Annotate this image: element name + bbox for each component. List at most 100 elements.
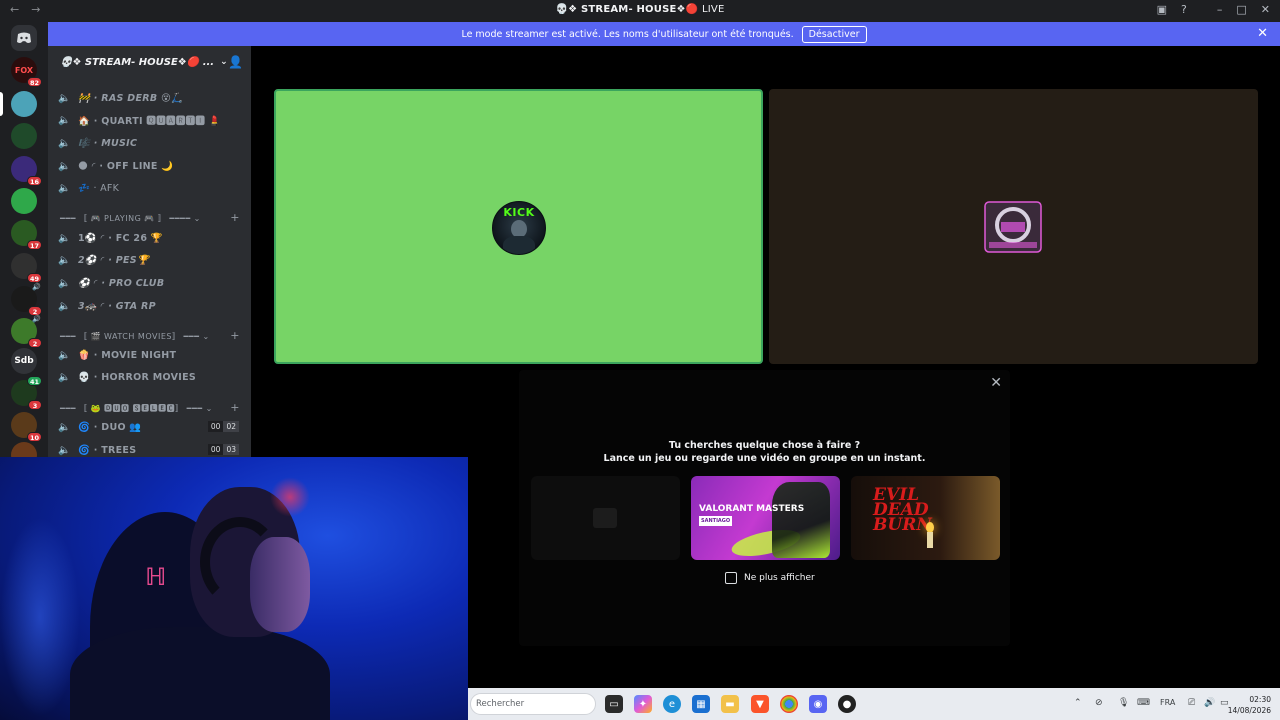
discord-home-icon[interactable]: [11, 25, 37, 51]
volume-icon[interactable]: 🔊: [1204, 698, 1215, 708]
category-playing[interactable]: ━━━ 〚 🎮 PLAYING 🎮 〛 ━━━━ ⌄ +: [60, 210, 240, 226]
activity-card-valorant[interactable]: VALORANT MASTERS SANTIAGO: [691, 476, 840, 560]
server-icon-city[interactable]: 49: [11, 253, 42, 283]
edge-icon[interactable]: e: [663, 695, 681, 713]
server-badge: 82: [26, 77, 42, 87]
voice-channel[interactable]: 🔈 🎼 · MUSIC: [58, 133, 243, 153]
voice-channel[interactable]: 🔈 🍿 · MOVIE NIGHT: [58, 345, 243, 365]
copilot-icon[interactable]: ✦: [634, 695, 652, 713]
voice-channel[interactable]: 🔈 🌀 · TREES 00 03: [58, 440, 243, 458]
activity-card-evil-dead[interactable]: EVIL DEAD BURN: [851, 476, 1000, 560]
guild-header[interactable]: 💀❖ STREAM- HOUSE❖🔴 ... ⌄ 👤: [48, 46, 251, 78]
speaker-icon: 🔈: [58, 277, 71, 289]
add-channel-icon[interactable]: +: [230, 211, 240, 224]
network-off-icon[interactable]: ⊘: [1095, 698, 1103, 708]
voice-channel[interactable]: 🔈 3🚓 ◜ · GTA RP: [58, 296, 243, 316]
server-icon-avatar[interactable]: [11, 91, 37, 117]
window-title-live: LIVE: [702, 4, 725, 15]
task-view-icon[interactable]: ▭: [605, 695, 623, 713]
chair-logo: ℍ: [145, 563, 167, 591]
avatar-body: [503, 236, 535, 254]
mic-icon[interactable]: 🎙: [1118, 698, 1129, 708]
activity-suggestion-panel: ✕ Tu cherches quelque chose à faire ? La…: [519, 370, 1010, 646]
voice-tile[interactable]: [769, 89, 1258, 364]
server-icon-dark[interactable]: 🔊 2: [11, 283, 42, 316]
clock-date: 14/08/2026: [1227, 706, 1271, 715]
keyboard-icon[interactable]: ⌨: [1137, 698, 1150, 708]
voice-channel[interactable]: 🔈 2⚽ ◜ · PES🏆: [58, 250, 243, 270]
voice-tile-speaking[interactable]: KICK: [274, 89, 763, 364]
webcam-glow: [0, 517, 80, 717]
speaker-icon: 🔈: [58, 371, 71, 383]
brave-icon[interactable]: ▼: [751, 695, 769, 713]
obs-icon[interactable]: ●: [838, 695, 856, 713]
server-icon-skull[interactable]: 10: [11, 412, 42, 442]
store-icon[interactable]: ▦: [692, 695, 710, 713]
clock-time: 02:30: [1249, 695, 1271, 704]
add-channel-icon[interactable]: +: [230, 329, 240, 342]
voice-channel[interactable]: 🔈 💀 · HORROR MOVIES: [58, 367, 243, 387]
user-limit-counter: 00 03: [207, 444, 239, 455]
voice-channel[interactable]: 🔈 🏠 · QUARTI 🆀🆄🅰🆁🆃🅸 💄: [58, 110, 243, 130]
server-icon-green[interactable]: [11, 123, 37, 149]
dont-show-again[interactable]: Ne plus afficher: [725, 572, 815, 584]
close-icon[interactable]: ✕: [990, 375, 1002, 391]
server-rail: FOX 82 16 17 49 🔊 2 🔊 2 Sdb 41 3 10: [0, 22, 48, 468]
minimize-icon[interactable]: –: [1217, 3, 1223, 16]
speaker-icon: 🔊: [32, 283, 41, 291]
voice-channel[interactable]: 🔈 🌑 ◜ · OFF LINE 🌙: [58, 156, 243, 176]
language-indicator[interactable]: FRA: [1160, 698, 1175, 707]
search-placeholder: Rechercher: [476, 699, 525, 709]
speaker-icon: 🔈: [58, 421, 71, 433]
server-icon-purple[interactable]: 16: [11, 156, 42, 186]
chrome-icon[interactable]: [780, 695, 798, 713]
server-icon-stream[interactable]: 🔊 2: [11, 315, 42, 348]
speaker-icon: 🔈: [58, 137, 71, 149]
maximize-icon[interactable]: □: [1236, 3, 1246, 16]
speaker-icon: 🔈: [58, 182, 71, 194]
checkbox-label: Ne plus afficher: [744, 573, 815, 583]
category-duo[interactable]: ━━━ 〚 🐸 🅳🆄🅾 🆂🅴🅻🅴🅲〛 ━━━ ⌄ +: [60, 400, 240, 416]
display-icon[interactable]: ⎚: [1188, 698, 1195, 708]
activity-card-placeholder[interactable]: [531, 476, 680, 560]
selected-pill: [0, 92, 3, 116]
activity-question: Tu cherches quelque chose à faire ?: [668, 440, 861, 451]
close-icon[interactable]: ✕: [1261, 3, 1270, 16]
server-icon-leaf[interactable]: [11, 188, 37, 214]
streamer-body: [70, 627, 330, 720]
speaker-icon: 🔈: [58, 300, 71, 312]
disable-streamer-button[interactable]: Désactiver: [801, 25, 867, 43]
guild-name: 💀❖ STREAM- HOUSE❖🔴 ...: [60, 56, 215, 68]
card-title: EVIL DEAD BURN: [873, 485, 932, 535]
checkbox[interactable]: [725, 572, 737, 584]
server-icon-hulk[interactable]: 17: [11, 220, 42, 250]
speaker-icon: 🔈: [58, 254, 71, 266]
discord-taskbar-icon[interactable]: ◉: [809, 695, 827, 713]
taskbar-clock[interactable]: 02:30 14/08/2026: [1228, 694, 1271, 716]
invite-user-icon[interactable]: 👤: [228, 55, 243, 69]
inbox-icon[interactable]: ▣: [1157, 3, 1167, 16]
category-movies[interactable]: ━━━ 〚 🎬 WATCH MOVIES〛 ━━━ ⌄ +: [60, 328, 240, 344]
server-icon-rasta[interactable]: 41 3: [11, 376, 42, 410]
window-controls: ▣ ? – □ ✕: [1157, 3, 1270, 16]
help-icon[interactable]: ?: [1181, 3, 1187, 16]
voice-channel[interactable]: 🔈 🌀 · DUO 👥 00 02: [58, 417, 243, 437]
banner-close-icon[interactable]: ✕: [1257, 26, 1268, 41]
server-icon-fox[interactable]: FOX 82: [11, 57, 42, 87]
chevron-down-icon: ⌄: [220, 57, 228, 67]
voice-channel[interactable]: 🔈 🚧 · RAS DERB 😵🛴: [58, 88, 243, 108]
image-placeholder-icon: [593, 508, 617, 528]
taskbar: Rechercher ▭ ✦ e ▦ ▬ ▼ ◉ ● ⌃ ⊘ 🎙 ⌨ FRA ⎚…: [468, 688, 1280, 720]
voice-channel[interactable]: 🔈 💤 · AFK: [58, 178, 243, 198]
desktop: ← → 💀❖ STREAM- HOUSE❖🔴 LIVE ▣ ? – □ ✕ Le…: [0, 0, 1280, 720]
candle: [927, 532, 933, 548]
voice-channel[interactable]: 🔈 ⚽ ◜ · PRO CLUB: [58, 273, 243, 293]
taskbar-search[interactable]: Rechercher: [470, 693, 596, 715]
voice-channel[interactable]: 🔈 1⚽ ◜ · FC 26 🏆: [58, 228, 243, 248]
speaker-icon: 🔈: [58, 160, 71, 172]
file-explorer-icon[interactable]: ▬: [721, 695, 739, 713]
banner-message: Le mode streamer est activé. Les noms d'…: [461, 28, 794, 40]
tray-chevron-icon[interactable]: ⌃: [1074, 698, 1082, 708]
server-icon-sdb[interactable]: Sdb: [11, 348, 37, 374]
add-channel-icon[interactable]: +: [230, 401, 240, 414]
